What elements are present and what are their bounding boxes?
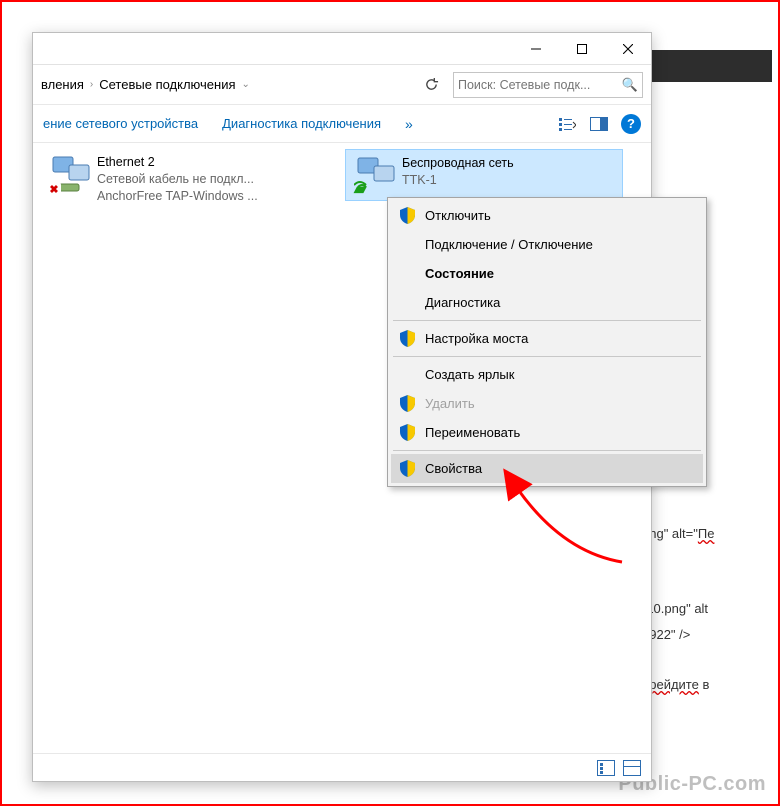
connection-text: Ethernet 2 Сетевой кабель не подкл... An… <box>97 154 258 205</box>
connection-text: Беспроводная сеть TTK-1 <box>402 155 514 189</box>
ctx-create-shortcut[interactable]: Создать ярлык <box>391 360 703 389</box>
toolbar-more-icon[interactable]: » <box>405 116 413 132</box>
toolbar: ение сетевого устройства Диагностика под… <box>33 105 651 143</box>
shield-icon <box>397 459 417 479</box>
maximize-button[interactable] <box>559 33 605 64</box>
chevron-right-icon: › <box>90 79 93 90</box>
network-adapter-icon: ▰ <box>354 155 398 195</box>
breadcrumb-part[interactable]: вления <box>41 77 84 92</box>
network-adapter-icon <box>49 154 93 194</box>
view-options-icon <box>558 116 576 132</box>
ctx-status[interactable]: Состояние <box>391 259 703 288</box>
screenshot-frame: ong" alt="Пе -10.png" alt 1922" /> ерейд… <box>0 0 780 806</box>
ctx-label: Отключить <box>425 208 491 223</box>
ctx-label: Состояние <box>425 266 494 281</box>
ctx-label: Свойства <box>425 461 482 476</box>
ctx-label: Переименовать <box>425 425 520 440</box>
ctx-label: Подключение / Отключение <box>425 237 593 252</box>
status-bar <box>33 753 651 781</box>
search-input[interactable] <box>458 78 622 92</box>
ctx-label: Настройка моста <box>425 331 528 346</box>
ctx-diagnostics[interactable]: Диагностика <box>391 288 703 317</box>
close-icon <box>623 44 633 54</box>
background-code-text: ong" alt="Пе -10.png" alt 1922" /> ерейд… <box>642 522 772 762</box>
shield-icon <box>397 206 417 226</box>
ctx-bridge[interactable]: Настройка моста <box>391 324 703 353</box>
ctx-rename[interactable]: Переименовать <box>391 418 703 447</box>
help-button[interactable]: ? <box>621 114 641 134</box>
ctx-label: Удалить <box>425 396 475 411</box>
background-dark-strip <box>652 50 772 82</box>
search-box[interactable]: 🔍 <box>453 72 643 98</box>
toolbar-item-device[interactable]: ение сетевого устройства <box>43 116 198 131</box>
shield-icon <box>397 394 417 414</box>
minimize-button[interactable] <box>513 33 559 64</box>
connection-device: AnchorFree TAP-Windows ... <box>97 188 258 205</box>
separator <box>393 356 701 357</box>
disconnected-badge-icon <box>47 182 61 196</box>
connection-status: Сетевой кабель не подкл... <box>97 171 258 188</box>
search-icon[interactable]: 🔍 <box>622 77 638 93</box>
chevron-down-icon[interactable]: ⌄ <box>242 79 250 90</box>
ctx-delete: Удалить <box>391 389 703 418</box>
view-details-button[interactable] <box>623 760 641 776</box>
separator <box>393 450 701 451</box>
connection-name: Ethernet 2 <box>97 154 258 171</box>
titlebar <box>33 33 651 65</box>
ctx-properties[interactable]: Свойства <box>391 454 703 483</box>
view-options-button[interactable] <box>554 111 580 137</box>
close-button[interactable] <box>605 33 651 64</box>
maximize-icon <box>577 44 587 54</box>
connection-ethernet[interactable]: Ethernet 2 Сетевой кабель не подкл... An… <box>41 149 341 210</box>
ctx-connect-disconnect[interactable]: Подключение / Отключение <box>391 230 703 259</box>
separator <box>393 320 701 321</box>
preview-pane-button[interactable] <box>586 111 612 137</box>
ctx-label: Создать ярлык <box>425 367 514 382</box>
refresh-icon <box>424 77 439 92</box>
breadcrumb[interactable]: вления › Сетевые подключения ⌄ <box>41 77 415 92</box>
ctx-label: Диагностика <box>425 295 500 310</box>
address-bar: вления › Сетевые подключения ⌄ 🔍 <box>33 65 651 105</box>
preview-pane-icon <box>590 117 608 131</box>
connection-ssid: TTK-1 <box>402 172 514 189</box>
connection-name: Беспроводная сеть <box>402 155 514 172</box>
connection-wireless[interactable]: ▰ Беспроводная сеть TTK-1 <box>345 149 623 201</box>
ctx-disable[interactable]: Отключить <box>391 201 703 230</box>
toolbar-item-diagnostics[interactable]: Диагностика подключения <box>222 116 381 131</box>
signal-icon: ▰ <box>354 179 366 199</box>
shield-icon <box>397 423 417 443</box>
shield-icon <box>397 329 417 349</box>
breadcrumb-part[interactable]: Сетевые подключения <box>99 77 235 92</box>
view-list-button[interactable] <box>597 760 615 776</box>
refresh-button[interactable] <box>419 73 443 97</box>
help-icon: ? <box>627 116 635 131</box>
context-menu: Отключить Подключение / Отключение Состо… <box>387 197 707 487</box>
minimize-icon <box>531 44 541 54</box>
